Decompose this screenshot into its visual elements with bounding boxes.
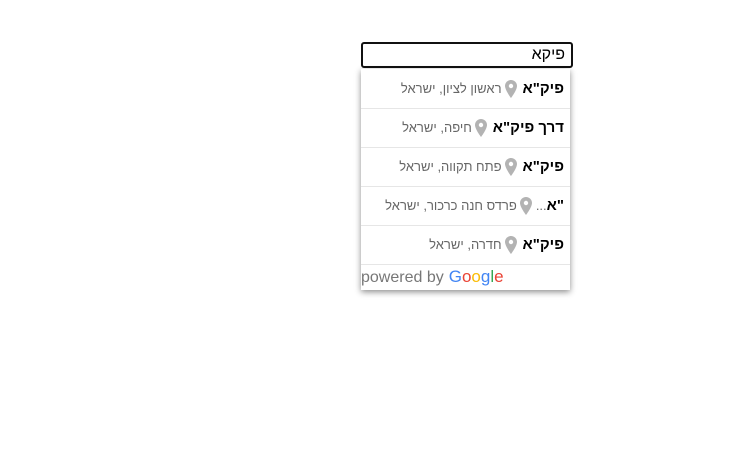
google-logo-letter: e [494, 267, 504, 286]
google-logo-letter: o [471, 267, 481, 286]
powered-by-label: powered by [361, 269, 444, 286]
suggestion-item[interactable]: פיק"א ראשון לציון, ישראל [361, 69, 570, 109]
suggestion-main-text: דרך פיק"א [492, 119, 564, 136]
google-logo-letter: G [448, 267, 462, 286]
suggestion-secondary-text: פתח תקווה, ישראל [399, 159, 502, 174]
google-logo-letter: o [461, 267, 472, 286]
suggestion-item[interactable]: "א ... פרדס חנה כרכור, ישראל [361, 187, 570, 226]
map-pin-icon [474, 119, 487, 137]
suggestion-secondary-text: ראשון לציון, ישראל [400, 80, 502, 96]
suggestion-main-text: פיק"א [522, 236, 564, 253]
google-logo-letter: g [480, 267, 491, 286]
suggestion-item[interactable]: פיק"א חדרה, ישראל [361, 226, 570, 265]
map-pin-icon [519, 197, 532, 215]
suggestion-secondary-text: חדרה, ישראל [429, 237, 502, 252]
suggestion-secondary-text: חיפה, ישראל [402, 120, 472, 135]
powered-by-google: powered by Google [361, 267, 504, 287]
suggestion-secondary-text: פרדס חנה כרכור, ישראל [385, 198, 517, 213]
suggestion-main-text: "א [546, 197, 564, 214]
suggestion-main-text: פיק"א [522, 79, 564, 97]
map-pin-icon [504, 158, 517, 176]
map-pin-icon [504, 79, 517, 98]
suggestion-main-text: פיק"א [522, 158, 564, 175]
suggestion-item[interactable]: דרך פיק"א חיפה, ישראל [361, 109, 570, 148]
suggestion-item[interactable]: פיק"א פתח תקווה, ישראל [361, 148, 570, 187]
autocomplete-dropdown: פיק"א ראשון לציון, ישראל דרך פיק"א חיפה,… [361, 69, 570, 290]
map-pin-icon [504, 236, 517, 254]
google-logo: Google [449, 267, 504, 287]
search-input[interactable] [361, 42, 573, 68]
truncation-ellipsis: ... [535, 198, 547, 213]
